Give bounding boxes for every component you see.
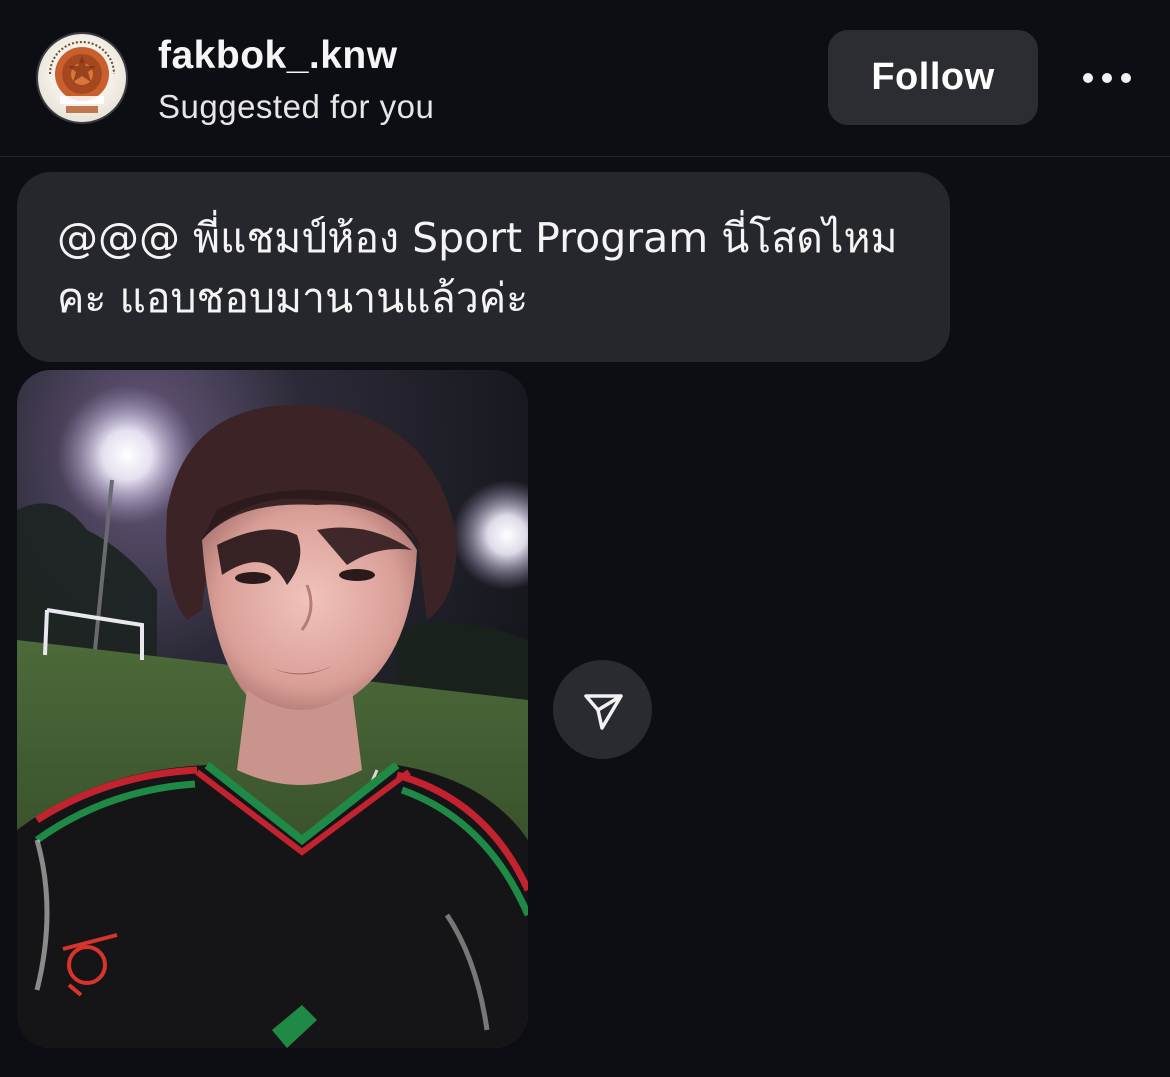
follow-button[interactable]: Follow [828,30,1038,125]
selfie-photo[interactable] [17,370,528,1048]
send-share-icon[interactable] [553,660,652,759]
more-dot [1083,73,1093,83]
message-text: @@@ พี่แชมป์ห้อง Sport Program นี่โสดไหม… [57,214,898,322]
more-options-icon[interactable] [1072,58,1142,98]
post-header: fakbok_.knw Suggested for you Follow [0,0,1170,157]
suggested-label: Suggested for you [158,88,435,125]
more-dot [1121,73,1131,83]
fakbok-logo-icon[interactable] [36,32,128,124]
more-dot [1102,73,1112,83]
username[interactable]: fakbok_.knw [158,34,398,78]
message-bubble[interactable]: @@@ พี่แชมป์ห้อง Sport Program นี่โสดไหม… [17,172,950,362]
